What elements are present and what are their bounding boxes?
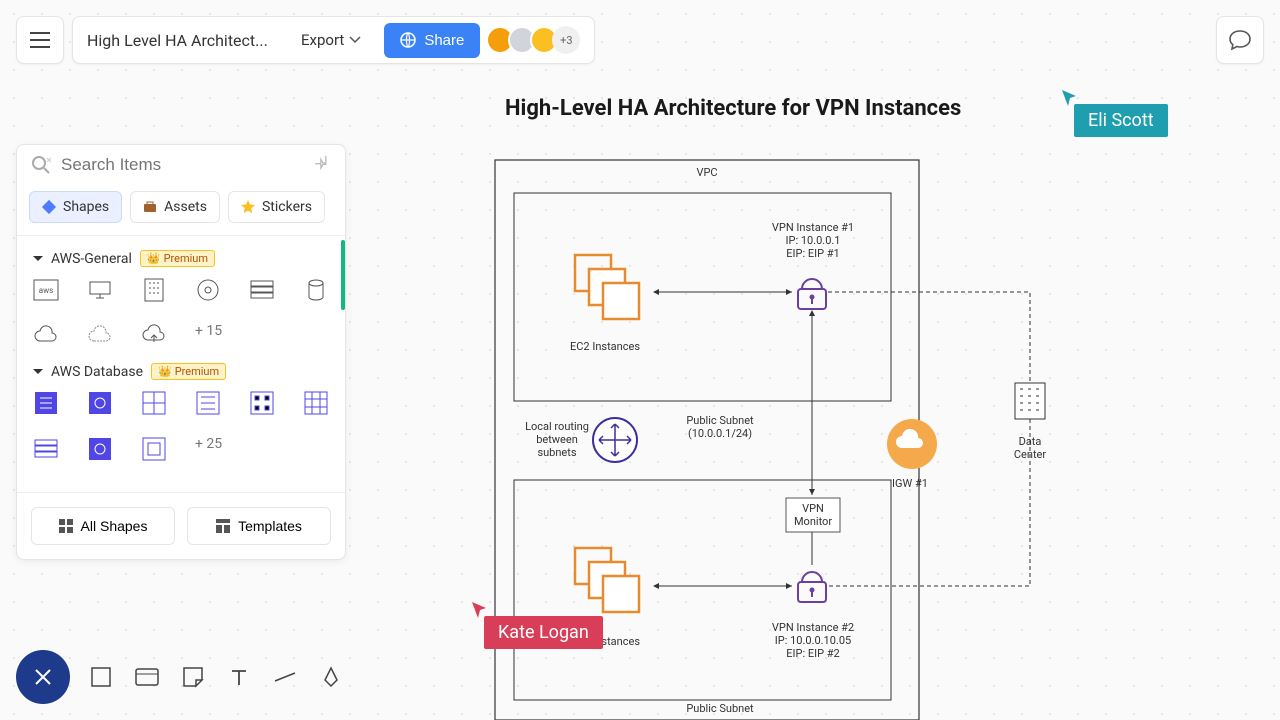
svg-text:EIP: EIP #1: EIP: EIP #1 [786,247,839,260]
shape-db-4[interactable] [195,390,221,416]
premium-badge: 👑 Premium [140,250,215,267]
templates-icon [216,519,230,533]
close-icon [34,668,52,686]
shape-cloud-outline[interactable] [87,323,113,349]
search-icon [31,155,51,175]
menu-button[interactable] [16,16,64,64]
avatar-more[interactable]: +3 [552,26,580,54]
svg-text:IP: 10.0.0.10.05: IP: 10.0.0.10.05 [775,634,851,647]
shape-cylinder[interactable] [303,277,329,303]
shape-building[interactable] [141,277,167,303]
shapes-panel: Shapes Assets Stickers AWS-General 👑 Pre… [16,144,346,560]
tool-rectangle[interactable] [86,662,116,692]
chat-button[interactable] [1216,16,1264,64]
shape-aws-logo[interactable]: aws [33,277,59,303]
chevron-down-icon [33,369,43,375]
cursor-kate: Kate Logan [470,600,603,649]
templates-button[interactable]: Templates [187,507,331,545]
all-shapes-button[interactable]: All Shapes [31,507,175,545]
briefcase-icon [143,201,157,213]
search-input[interactable] [61,155,315,175]
close-tools-button[interactable] [16,650,70,704]
svg-text:Data: Data [1019,435,1042,448]
svg-text:IGW #1: IGW #1 [892,477,928,490]
pin-button[interactable] [315,155,331,175]
scrollbar-thumb[interactable] [341,240,345,310]
svg-text:aws: aws [39,286,54,295]
shapes-icon [59,519,73,533]
hamburger-icon [30,32,50,48]
shape-cloud[interactable] [33,323,59,349]
shape-monitor[interactable] [87,277,113,303]
cursor-eli: Eli Scott [1060,88,1168,137]
shape-db-7[interactable] [33,436,59,462]
tool-pen[interactable] [316,662,346,692]
more-shapes-link[interactable]: + 25 [195,436,222,462]
pin-icon [315,155,331,171]
shape-disc[interactable] [195,277,221,303]
shape-cloud-upload[interactable] [141,323,167,349]
svg-text:VPN: VPN [802,502,824,515]
more-shapes-link[interactable]: + 15 [195,323,222,349]
shape-server[interactable] [249,277,275,303]
svg-text:VPC: VPC [696,166,717,179]
shape-db-1[interactable] [33,390,59,416]
avatar-stack[interactable]: +3 [492,26,580,54]
globe-icon [400,32,416,48]
tab-shapes[interactable]: Shapes [29,191,122,223]
category-header-aws-general[interactable]: AWS-General 👑 Premium [33,236,329,277]
shape-db-5[interactable] [249,390,275,416]
shape-db-8[interactable] [87,436,113,462]
shape-db-9[interactable] [141,436,167,462]
document-title[interactable]: High Level HA Architect... [87,31,277,50]
svg-text:VPN Instance #2: VPN Instance #2 [772,621,854,634]
share-button[interactable]: Share [384,23,480,58]
svg-text:IP: 10.0.0.1: IP: 10.0.0.1 [786,234,841,247]
svg-text:Public Subnet: Public Subnet [686,702,754,715]
shape-db-3[interactable] [141,390,167,416]
chevron-down-icon [350,37,360,43]
chevron-down-icon [33,256,43,262]
svg-text:Center: Center [1014,448,1046,461]
tool-line[interactable] [270,662,300,692]
svg-text:(10.0.0.1/24): (10.0.0.1/24) [688,427,752,440]
shape-db-6[interactable] [303,390,329,416]
svg-text:EC2 Instances: EC2 Instances [570,340,640,353]
shape-db-2[interactable] [87,390,113,416]
svg-text:Monitor: Monitor [794,515,832,528]
star-icon [241,200,255,214]
tab-assets[interactable]: Assets [130,191,220,223]
svg-text:Local routing: Local routing [525,420,589,433]
premium-badge: 👑 Premium [151,363,226,380]
export-button[interactable]: Export [289,23,372,57]
tab-stickers[interactable]: Stickers [228,191,325,223]
tool-text[interactable] [224,662,254,692]
svg-text:between: between [536,433,578,446]
tool-card[interactable] [132,662,162,692]
chat-icon [1229,30,1251,50]
svg-text:subnets: subnets [537,446,576,459]
tool-sticky[interactable] [178,662,208,692]
diamond-icon [42,200,56,214]
svg-text:VPN Instance #1: VPN Instance #1 [772,221,854,234]
category-header-aws-database[interactable]: AWS Database 👑 Premium [33,349,329,390]
svg-text:Public Subnet: Public Subnet [686,414,754,427]
svg-text:EIP: EIP #2: EIP: EIP #2 [786,647,839,660]
